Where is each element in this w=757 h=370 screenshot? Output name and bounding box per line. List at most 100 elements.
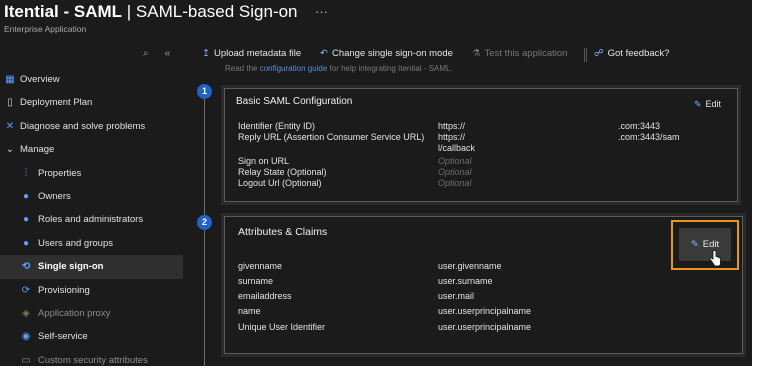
upload-metadata-button[interactable]: ↥ Upload metadata file <box>202 48 301 59</box>
sidebar-item-label: Custom security attributes <box>38 354 148 366</box>
page-title-app: Itential - SAML <box>4 2 123 21</box>
change-sso-mode-label: Change single sign-on mode <box>331 48 453 59</box>
claim-value: user.userprincipalname <box>438 306 532 316</box>
field-label: Relay State (Optional) <box>238 167 327 177</box>
configuration-guide-link[interactable]: configuration guide <box>260 64 328 73</box>
card-title: Basic SAML Configuration <box>236 96 353 107</box>
app-frame: Itential - SAML | SAML-based Sign-on ···… <box>0 0 752 366</box>
toolbar-divider <box>586 48 587 62</box>
main-content: Read the configuration guide for help in… <box>183 64 752 366</box>
page-title: Itential - SAML | SAML-based Sign-on <box>4 2 298 22</box>
field-value: .com:3443 <box>618 121 661 131</box>
intro-text: Read the configuration guide for help in… <box>225 64 453 73</box>
sidebar-item-properties[interactable]: ⫶ Properties <box>0 162 183 185</box>
more-options-icon[interactable]: ··· <box>315 4 328 19</box>
hand-cursor-icon <box>709 250 721 267</box>
sidebar-item-label: Deployment Plan <box>20 97 93 109</box>
toolbar-divider <box>584 48 585 62</box>
claim-name: surname <box>238 276 274 286</box>
edit-label: Edit <box>702 239 720 250</box>
grid-icon: ▦ <box>5 74 15 85</box>
field-value: Optional <box>438 167 472 177</box>
claim-value: user.givenname <box>438 261 502 271</box>
sidebar-item-custom-security[interactable]: ▭ Custom security attributes <box>0 349 183 366</box>
sidebar-item-label: Overview <box>20 74 60 85</box>
sidebar-item-overview[interactable]: ▦ Overview <box>0 68 183 91</box>
sidebar-item-deployment-plan[interactable]: ▯ Deployment Plan <box>0 91 183 114</box>
tag-icon: ▭ <box>21 354 31 366</box>
claims-edit-highlight: ✎ Edit <box>671 220 739 270</box>
flask-icon: ⚗ <box>472 48 481 59</box>
basic-saml-edit-button[interactable]: ✎ Edit <box>694 99 721 110</box>
page-subtitle: Enterprise Application <box>4 24 87 34</box>
basic-saml-card: Basic SAML Configuration ✎ Edit Identifie… <box>221 85 741 205</box>
field-value: https:// <box>438 132 466 142</box>
field-label: Logout Url (Optional) <box>238 178 322 188</box>
card-title: Attributes & Claims <box>238 226 328 238</box>
sidebar-item-label: Diagnose and solve problems <box>20 120 146 132</box>
intro-prefix: Read the <box>225 64 258 73</box>
sidebar-search-icon[interactable]: ⌕ <box>143 48 149 59</box>
sso-icon: ⟲ <box>21 261 31 273</box>
sidebar-item-label: Application proxy <box>38 307 111 319</box>
claim-name: givenname <box>238 261 283 271</box>
claim-value: user.mail <box>438 291 475 301</box>
self-service-icon: ◉ <box>21 331 31 343</box>
chevron-down-icon: ⌄ <box>5 144 15 156</box>
field-label: Reply URL (Assertion Consumer Service UR… <box>238 132 425 142</box>
intro-suffix: for help integrating Itential - SAML. <box>329 64 453 73</box>
upload-metadata-label: Upload metadata file <box>213 48 302 59</box>
field-value: https:// <box>438 121 466 131</box>
sidebar-group-manage[interactable]: ⌄ Manage <box>0 138 183 161</box>
feedback-button[interactable]: ☍ Got feedback? <box>594 48 669 59</box>
sidebar-item-users-groups[interactable]: ● Users and groups <box>0 232 183 255</box>
field-value: l/callback <box>438 143 476 153</box>
field-label: Sign on URL <box>238 156 290 166</box>
step-badge: 2 <box>197 215 212 230</box>
pencil-icon: ✎ <box>690 239 699 250</box>
page-header: Itential - SAML | SAML-based Sign-on ···… <box>0 0 752 44</box>
sidebar-item-label: Self-service <box>38 331 88 343</box>
field-value: .com:3443/sam <box>618 132 680 142</box>
claim-name: emailaddress <box>238 291 292 301</box>
step-badge: 1 <box>197 84 212 99</box>
field-label: Identifier (Entity ID) <box>238 121 316 131</box>
sidebar-item-label: Roles and administrators <box>38 214 144 226</box>
sidebar-item-roles[interactable]: ● Roles and administrators <box>0 208 183 231</box>
change-sso-mode-button[interactable]: ↶ Change single sign-on mode <box>320 48 453 59</box>
feedback-label: Got feedback? <box>607 48 670 59</box>
users-icon: ● <box>22 237 30 249</box>
attributes-claims-card: Attributes & Claims givenname user.given… <box>221 213 746 357</box>
claim-name: name <box>238 306 261 316</box>
sidebar-item-label: Users and groups <box>38 237 113 249</box>
sidebar-item-owners[interactable]: ● Owners <box>0 185 183 208</box>
sidebar-item-application-proxy[interactable]: ◈ Application proxy <box>0 302 183 325</box>
wrench-icon: ✕ <box>5 120 15 132</box>
claims-edit-button[interactable]: ✎ Edit <box>679 228 731 261</box>
field-value: Optional <box>438 156 472 166</box>
sidebar-item-label: Manage <box>20 144 55 156</box>
sidebar: ⌕ « ▦ Overview ▯ Deployment Plan ✕ Diagno… <box>0 44 183 366</box>
upload-icon: ↥ <box>202 48 210 59</box>
sidebar-item-label: Properties <box>38 167 82 179</box>
book-icon: ▯ <box>7 97 13 109</box>
sidebar-nav: ▦ Overview ▯ Deployment Plan ✕ Diagnose … <box>0 68 183 366</box>
page-title-section: | SAML-based Sign-on <box>122 2 298 21</box>
test-application-button[interactable]: ⚗ Test this application <box>472 48 567 59</box>
sidebar-tools: ⌕ « <box>143 48 186 59</box>
properties-icon: ⫶ <box>24 167 28 179</box>
sidebar-item-provisioning[interactable]: ⟳ Provisioning <box>0 279 183 302</box>
test-application-label: Test this application <box>484 48 568 59</box>
sidebar-item-label: Single sign-on <box>38 261 104 273</box>
sidebar-item-diagnose[interactable]: ✕ Diagnose and solve problems <box>0 115 183 138</box>
undo-icon: ↶ <box>320 48 328 59</box>
sidebar-item-single-sign-on[interactable]: ⟲ Single sign-on <box>0 255 183 279</box>
collapse-sidebar-icon[interactable]: « <box>165 48 171 59</box>
feedback-icon: ☍ <box>594 48 604 59</box>
provisioning-icon: ⟳ <box>21 284 31 296</box>
people-icon: ● <box>22 190 30 202</box>
claim-value: user.surname <box>438 276 493 286</box>
sidebar-item-self-service[interactable]: ◉ Self-service <box>0 325 183 348</box>
edit-label: Edit <box>705 99 721 109</box>
claim-value: user.userprincipalname <box>438 322 532 332</box>
